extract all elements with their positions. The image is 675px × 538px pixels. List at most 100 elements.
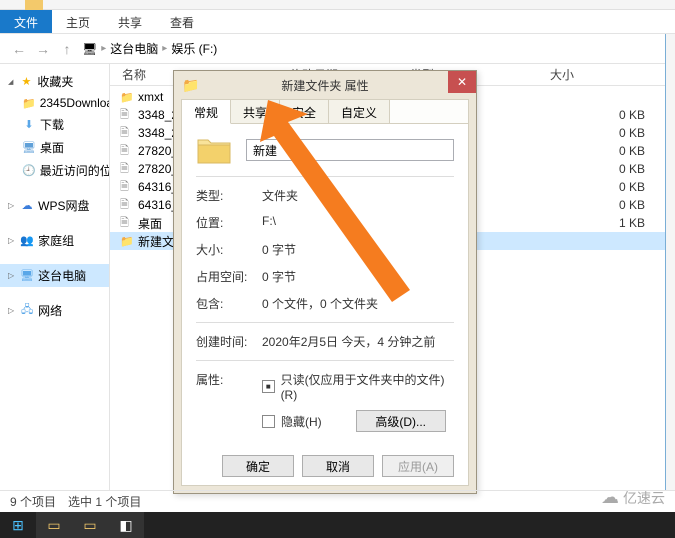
readonly-checkbox[interactable]	[262, 380, 275, 393]
sidebar-homegroup[interactable]: 👥 家庭组	[0, 229, 109, 252]
chevron-right-icon: ▸	[101, 43, 106, 54]
breadcrumb-pc[interactable]: 这台电脑	[110, 40, 158, 57]
dialog-body: 常规 共享 安全 自定义 类型:文件夹 位置:F:\ 大小:0 字节 占用空间:…	[181, 99, 469, 486]
file-size: 1 KB	[619, 216, 645, 230]
dialog-title-text: 新建文件夹 属性	[281, 77, 368, 94]
sidebar-item-label: WPS网盘	[38, 197, 89, 214]
cancel-button[interactable]: 取消	[302, 455, 374, 477]
file-icon: 🗎	[120, 178, 134, 197]
apply-button[interactable]: 应用(A)	[382, 455, 454, 477]
dialog-footer: 确定 取消 应用(A)	[222, 455, 454, 477]
sidebar-item-label: 最近访问的位置	[40, 162, 110, 179]
tab-security[interactable]: 安全	[280, 100, 329, 124]
ribbon-tab-file[interactable]: 文件	[0, 10, 52, 33]
separator	[196, 322, 454, 323]
advanced-button[interactable]: 高级(D)...	[356, 410, 446, 432]
sidebar-favorites[interactable]: ★ 收藏夹	[0, 70, 109, 93]
breadcrumb[interactable]: 🖥 ▸ 这台电脑 ▸ 娱乐 (F:)	[82, 40, 217, 57]
file-size: 0 KB	[619, 198, 645, 212]
homegroup-icon: 👥	[20, 234, 34, 248]
dialog-tabs: 常规 共享 安全 自定义	[182, 100, 468, 124]
tab-general[interactable]: 常规	[182, 100, 231, 124]
file-icon: 🗎	[120, 106, 134, 125]
separator	[196, 360, 454, 361]
ribbon-tab-view[interactable]: 查看	[156, 10, 208, 33]
chevron-right-icon: ▸	[162, 43, 167, 54]
col-size[interactable]: 大小	[490, 66, 675, 83]
ribbon-tabs: 文件 主页 共享 查看	[0, 10, 675, 34]
type-label: 类型:	[196, 187, 262, 204]
tab-customize[interactable]: 自定义	[329, 100, 390, 124]
file-icon: 🗎	[120, 124, 134, 143]
size-value: 0 字节	[262, 241, 454, 258]
contains-label: 包含:	[196, 295, 262, 312]
title-strip	[0, 0, 675, 10]
sidebar-item-desktop[interactable]: 🖥 桌面	[0, 136, 109, 159]
size-label: 大小:	[196, 241, 262, 258]
nav-up-icon[interactable]: ↑	[58, 40, 76, 58]
file-size: 0 KB	[619, 126, 645, 140]
pc-icon: 🖥	[82, 42, 97, 56]
watermark-text: 亿速云	[623, 488, 665, 508]
folder-name-input[interactable]	[246, 139, 454, 161]
folder-icon: 📁	[182, 77, 199, 94]
sidebar-item-2345[interactable]: 📁 2345Downloads	[0, 93, 109, 113]
file-icon: 🗎	[120, 196, 134, 215]
desktop-icon: 🖥	[22, 141, 36, 155]
taskbar-explorer-icon[interactable]: ▭	[36, 512, 72, 538]
folder-icon: 📁	[22, 96, 36, 110]
nav-fwd-icon[interactable]: →	[34, 40, 52, 58]
breadcrumb-drive[interactable]: 娱乐 (F:)	[171, 40, 217, 57]
status-bar: 9 个项目 选中 1 个项目	[0, 490, 675, 512]
sidebar-item-label: 下载	[40, 116, 64, 133]
sidebar-item-label: 2345Downloads	[40, 96, 110, 110]
nav-sidebar: ★ 收藏夹 📁 2345Downloads ⬇ 下载 🖥 桌面 🕘 最近访问的位…	[0, 64, 110, 490]
created-label: 创建时间:	[196, 333, 262, 350]
pc-icon: 🖥	[20, 269, 34, 283]
sidebar-item-label: 家庭组	[38, 232, 74, 249]
window-folder-icon	[25, 0, 43, 10]
cloud-icon: ☁	[20, 199, 34, 213]
right-scrollbar-area[interactable]	[665, 34, 675, 490]
ribbon-tab-share[interactable]: 共享	[104, 10, 156, 33]
taskbar-explorer-icon[interactable]: ▭	[72, 512, 108, 538]
nav-back-icon[interactable]: ←	[10, 40, 28, 58]
close-button[interactable]: ✕	[448, 71, 476, 93]
network-icon: 🖧	[20, 304, 34, 318]
folder-icon: 📁	[120, 91, 134, 104]
location-value: F:\	[262, 214, 454, 231]
file-icon: 🗎	[120, 142, 134, 161]
big-folder-icon	[196, 134, 232, 166]
attr-label: 属性:	[196, 371, 262, 432]
address-bar: ← → ↑ 🖥 ▸ 这台电脑 ▸ 娱乐 (F:)	[0, 34, 675, 64]
taskbar-app-icon[interactable]: ◧	[108, 512, 144, 538]
tab-sharing[interactable]: 共享	[231, 100, 280, 124]
sidebar-label: 收藏夹	[37, 73, 73, 90]
sidebar-item-recent[interactable]: 🕘 最近访问的位置	[0, 159, 109, 182]
sidebar-item-label: 桌面	[40, 139, 64, 156]
start-button[interactable]: ⊞	[0, 512, 36, 538]
hidden-label: 隐藏(H)	[281, 413, 322, 430]
ok-button[interactable]: 确定	[222, 455, 294, 477]
created-value: 2020年2月5日 今天，4 分钟之前	[262, 333, 454, 350]
readonly-label: 只读(仅应用于文件夹中的文件)(R)	[281, 371, 454, 402]
sidebar-item-label: 网络	[38, 302, 62, 319]
sidebar-thispc[interactable]: 🖥 这台电脑	[0, 264, 109, 287]
location-label: 位置:	[196, 214, 262, 231]
file-icon: 🗎	[120, 214, 134, 233]
dialog-titlebar[interactable]: 📁 新建文件夹 属性 ✕	[174, 71, 476, 99]
sidebar-item-download[interactable]: ⬇ 下载	[0, 113, 109, 136]
file-size: 0 KB	[619, 180, 645, 194]
disk-value: 0 字节	[262, 268, 454, 285]
separator	[196, 176, 454, 177]
hidden-checkbox[interactable]	[262, 415, 275, 428]
sidebar-wps[interactable]: ☁ WPS网盘	[0, 194, 109, 217]
cloud-icon: ☁	[601, 487, 619, 508]
sidebar-item-label: 这台电脑	[38, 267, 86, 284]
file-size: 0 KB	[619, 162, 645, 176]
file-icon: 🗎	[120, 160, 134, 179]
sidebar-network[interactable]: 🖧 网络	[0, 299, 109, 322]
download-icon: ⬇	[22, 118, 36, 132]
folder-icon: 📁	[120, 235, 134, 248]
ribbon-tab-home[interactable]: 主页	[52, 10, 104, 33]
